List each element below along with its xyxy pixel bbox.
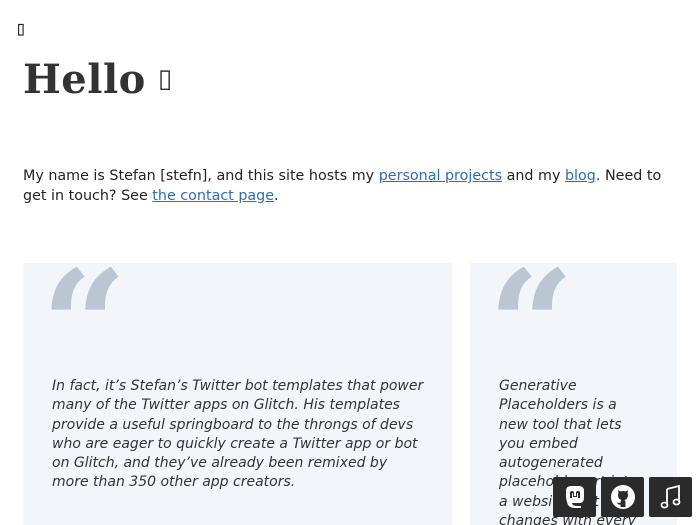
social-links-bar — [553, 477, 692, 517]
contact-page-link[interactable]: the contact page — [152, 188, 274, 204]
mastodon-button[interactable] — [553, 477, 596, 517]
github-icon — [610, 485, 635, 509]
page-title: Hello ▯ — [23, 56, 173, 103]
blog-link[interactable]: blog — [565, 168, 596, 184]
intro-text-end: . — [274, 187, 279, 204]
personal-projects-link[interactable]: personal projects — [379, 168, 502, 184]
hero-title-text: Hello — [23, 56, 146, 103]
testimonial-quote: In fact, it’s Stefan’s Twitter bot templ… — [52, 378, 424, 491]
wave-icon: ▯ — [157, 64, 173, 94]
intro-text-middle: and my — [502, 168, 565, 184]
testimonial-card: “ In fact, it’s Stefan’s Twitter bot tem… — [23, 263, 452, 525]
mastodon-icon — [565, 486, 584, 508]
music-note-icon — [660, 484, 680, 509]
intro-text-before: My name is Stefan [stefn], and this site… — [23, 168, 379, 184]
music-button[interactable] — [649, 477, 692, 517]
intro-paragraph: My name is Stefan [stefn], and this site… — [23, 167, 673, 206]
github-button[interactable] — [601, 477, 644, 517]
menu-toggle-icon[interactable]: ▯ — [15, 16, 27, 40]
